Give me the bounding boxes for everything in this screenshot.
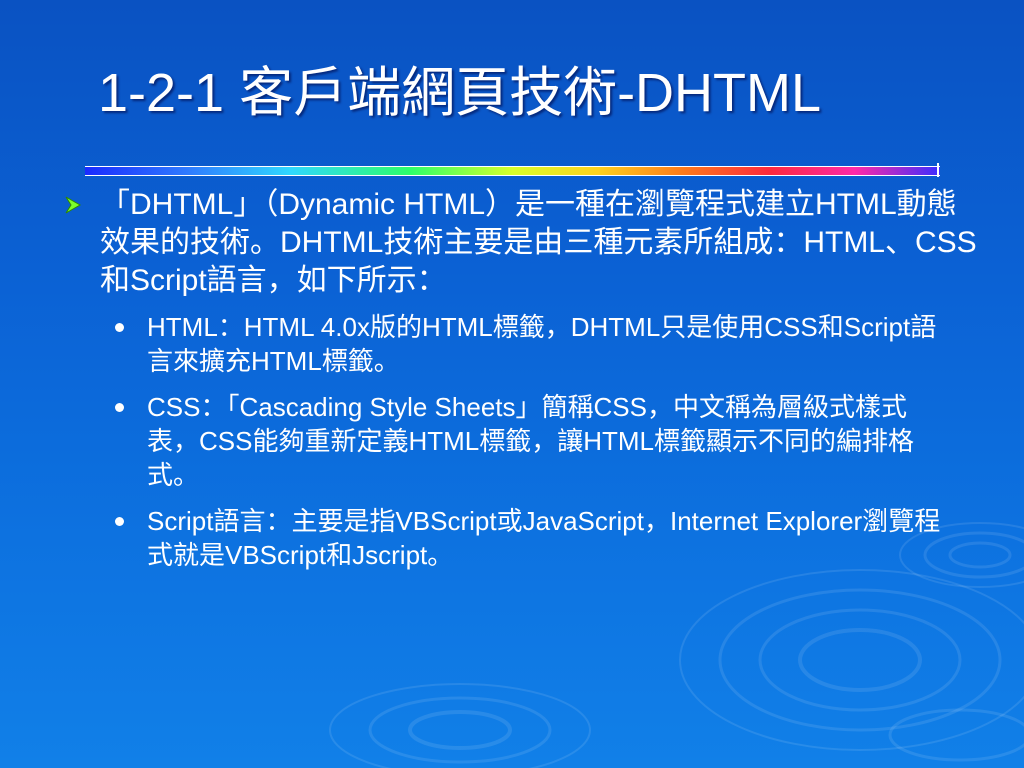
slide-content: 「DHTML」（Dynamic HTML）是一種在瀏覽程式建立HTML動態效果的… [60, 186, 1000, 584]
sub-bullet-text: CSS：「Cascading Style Sheets」簡稱CSS，中文稱為層級… [147, 392, 915, 490]
sub-bullet-css: CSS：「Cascading Style Sheets」簡稱CSS，中文稱為層級… [115, 390, 1000, 492]
sub-bullet-text: Script語言：主要是指VBScript或JavaScript，Interne… [147, 506, 941, 570]
sub-bullet-list: HTML：HTML 4.0x版的HTML標籤，DHTML只是使用CSS和Scri… [60, 310, 1000, 572]
arrow-bullet-icon [65, 196, 82, 214]
main-bullet-text: 「DHTML」（Dynamic HTML）是一種在瀏覽程式建立HTML動態效果的… [100, 188, 977, 297]
divider-end-mark [937, 163, 939, 177]
sub-bullet-html: HTML：HTML 4.0x版的HTML標籤，DHTML只是使用CSS和Scri… [115, 310, 1000, 378]
dot-bullet-icon [115, 323, 124, 332]
slide-title: 1-2-1 客戶端網頁技術-DHTML [98, 63, 822, 123]
main-bullet-item: 「DHTML」（Dynamic HTML）是一種在瀏覽程式建立HTML動態效果的… [60, 186, 1000, 300]
dot-bullet-icon [115, 517, 124, 526]
dot-bullet-icon [115, 403, 124, 412]
sub-bullet-script: Script語言：主要是指VBScript或JavaScript，Interne… [115, 504, 1000, 572]
title-divider-rainbow [85, 166, 940, 176]
slide: 1-2-1 客戶端網頁技術-DHTML 「DHTML」（Dynamic HTML… [0, 0, 1024, 768]
sub-bullet-text: HTML：HTML 4.0x版的HTML標籤，DHTML只是使用CSS和Scri… [147, 312, 937, 376]
